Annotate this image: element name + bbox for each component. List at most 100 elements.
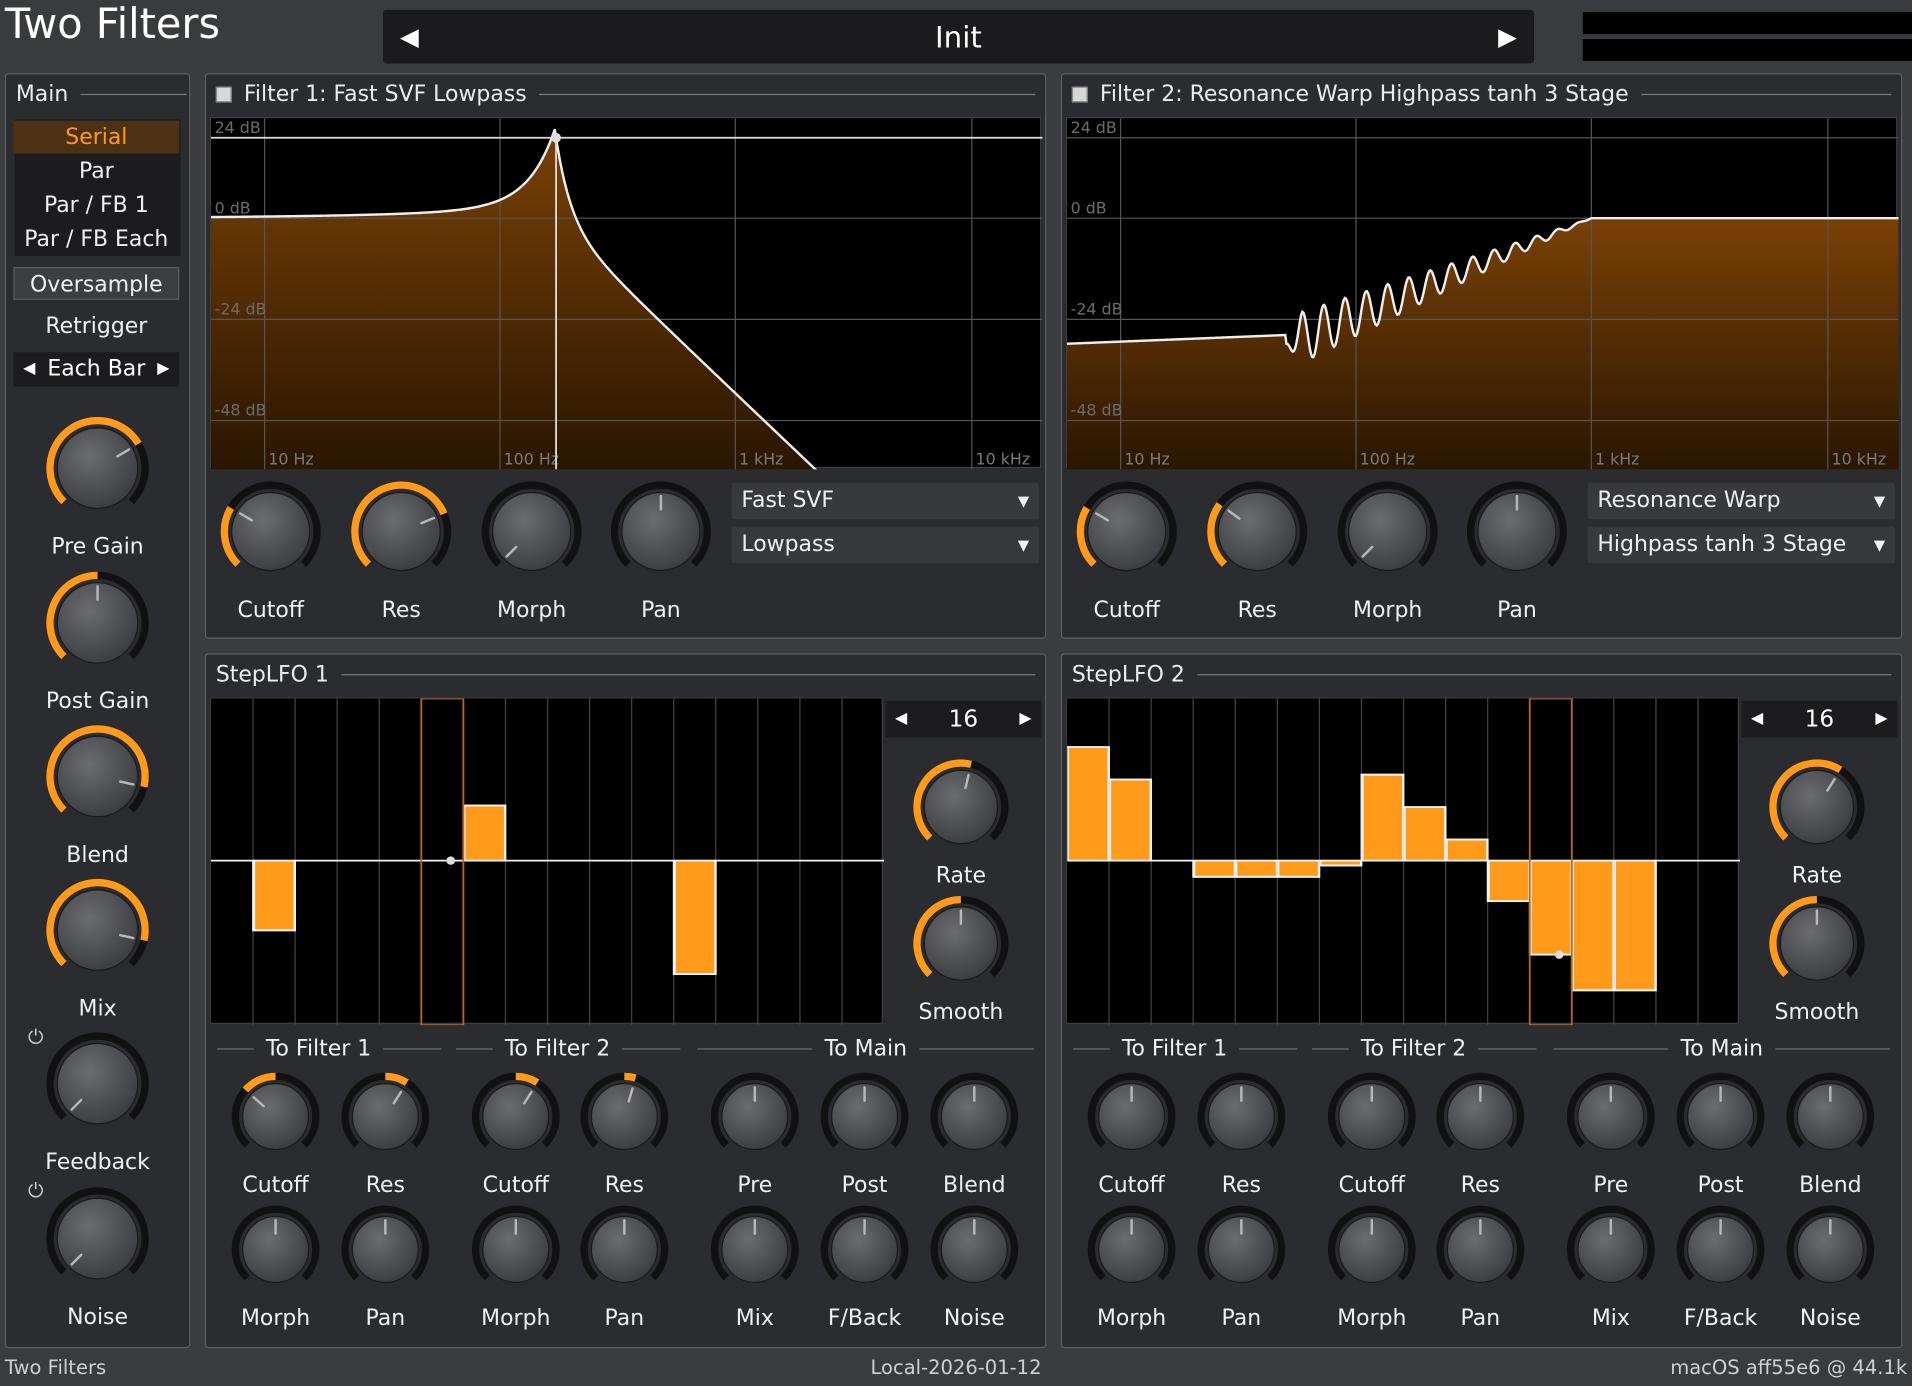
main-pre-gain-knob[interactable]: [43, 413, 153, 523]
lfo2-mod-r2-5-knob[interactable]: [1673, 1202, 1768, 1297]
lfo1-mod-r1-5-knob[interactable]: [817, 1069, 912, 1164]
routing-par[interactable]: Par: [13, 155, 179, 188]
filter1-model-dropdown[interactable]: Fast SVF ▼: [731, 482, 1039, 520]
oversample-button[interactable]: Oversample: [13, 266, 180, 300]
triangle-right-icon[interactable]: ▶: [1498, 22, 1517, 51]
lfo1-mod-r2-6-label: Noise: [943, 1305, 1005, 1332]
main-noise-knob[interactable]: [43, 1184, 153, 1294]
lfo1-mod-r2-2-knob[interactable]: [468, 1202, 563, 1297]
lfo-step-bar[interactable]: [1067, 746, 1110, 862]
lfo-step-bar[interactable]: [1109, 778, 1152, 862]
lfo2-mod-r1-6-knob[interactable]: [1783, 1069, 1878, 1164]
retrigger-selector[interactable]: ◀ Each Bar ▶: [13, 352, 180, 387]
filter1-response-graph[interactable]: 24 dB 0 dB -24 dB -48 dB 10 Hz 100 Hz 1 kHz 10 …: [209, 117, 1044, 687]
retrigger-value[interactable]: Each Bar: [47, 356, 145, 382]
lfo2-mod-r1-3-knob[interactable]: [1433, 1069, 1528, 1164]
lfo-step-bar[interactable]: [1572, 859, 1615, 992]
filter2-response-graph[interactable]: 24 dB 0 dB -24 dB -48 dB 10 Hz 100 Hz 1 kHz 10 …: [1065, 117, 1899, 470]
lfo2-mod-r2-4-knob[interactable]: [1563, 1202, 1658, 1297]
lfo1-mod-r2-5-knob[interactable]: [817, 1202, 912, 1297]
lfo-step-bar[interactable]: [1403, 806, 1446, 862]
section-label: To Main: [1680, 1036, 1764, 1062]
filter1-res-knob[interactable]: [348, 478, 455, 585]
filter1-pan-knob[interactable]: [607, 478, 714, 585]
lfo1-mod-r1-6-knob[interactable]: [927, 1069, 1022, 1164]
main-noise-label: Noise: [67, 1304, 128, 1330]
lfo1-mod-r2-4-label: Mix: [735, 1305, 774, 1332]
routing-par-fb-each[interactable]: Par / FB Each: [13, 223, 179, 256]
lfo2-mod-r2-2-knob[interactable]: [1324, 1202, 1419, 1297]
power-icon[interactable]: ⏻: [28, 1025, 43, 1049]
lfo-step-bar[interactable]: [463, 804, 506, 862]
main-mix-knob[interactable]: [43, 875, 153, 985]
filter2-cutoff-knob[interactable]: [1073, 478, 1180, 585]
lfo2-steps-value[interactable]: 16: [1805, 706, 1834, 733]
lfo1-mod-r1-0-knob[interactable]: [228, 1069, 323, 1164]
filter1-mode-dropdown[interactable]: Lowpass ▼: [731, 526, 1039, 564]
filter2-res-knob[interactable]: [1204, 478, 1311, 585]
lfo1-section-to-filter1: To Filter 1: [217, 1036, 442, 1062]
lfo1-mod-r2-4-knob[interactable]: [707, 1202, 802, 1297]
lfo2-mod-r2-0-knob[interactable]: [1084, 1202, 1179, 1297]
main-feedback-knob[interactable]: [43, 1029, 153, 1139]
preset-name[interactable]: Init: [383, 21, 1534, 55]
triangle-right-icon[interactable]: ▶: [157, 352, 169, 386]
lfo2-mod-r1-1-knob[interactable]: [1194, 1069, 1289, 1164]
lfo1-step-editor[interactable]: [209, 697, 885, 1027]
preset-selector[interactable]: ◀ Init ▶: [382, 9, 1535, 64]
routing-serial[interactable]: Serial: [13, 120, 180, 154]
lfo2-mod-r1-4-knob[interactable]: [1563, 1069, 1658, 1164]
lfo2-steps-selector[interactable]: ◀ 16 ▶: [1741, 700, 1898, 738]
lfo2-rate-knob[interactable]: [1766, 756, 1868, 858]
triangle-left-icon[interactable]: ◀: [1751, 701, 1763, 738]
main-blend-knob[interactable]: [43, 722, 153, 832]
lfo-step-bar[interactable]: [1487, 859, 1531, 903]
filter2-model-dropdown[interactable]: Resonance Warp ▼: [1587, 482, 1895, 520]
filter1-morph-knob[interactable]: [478, 478, 585, 585]
lfo2-mod-r1-0-knob[interactable]: [1084, 1069, 1179, 1164]
lfo1-mod-r2-0-knob[interactable]: [228, 1202, 323, 1297]
lfo1-steps-value[interactable]: 16: [949, 706, 978, 733]
lfo-step-bar[interactable]: [1614, 859, 1657, 992]
lfo1-mod-r1-3-knob[interactable]: [577, 1069, 672, 1164]
lfo2-smooth-knob[interactable]: [1766, 892, 1868, 994]
filter2-enable-checkbox[interactable]: [1071, 86, 1088, 103]
triangle-right-icon[interactable]: ▶: [1875, 701, 1887, 738]
lfo1-mod-r1-1-knob[interactable]: [338, 1069, 433, 1164]
lfo2-mod-r2-1-knob[interactable]: [1194, 1202, 1289, 1297]
power-icon[interactable]: ⏻: [28, 1179, 43, 1203]
lfo1-rate-knob[interactable]: [910, 756, 1012, 858]
lfo-step-bar[interactable]: [1277, 859, 1320, 878]
lfo-step-bar[interactable]: [1193, 859, 1236, 878]
filter1-enable-checkbox[interactable]: [215, 86, 232, 103]
lfo1-steps-selector[interactable]: ◀ 16 ▶: [885, 700, 1042, 738]
lfo2-mod-r1-5-knob[interactable]: [1673, 1069, 1768, 1164]
lfo-step-bar[interactable]: [674, 859, 717, 976]
triangle-right-icon[interactable]: ▶: [1019, 701, 1031, 738]
filter2-pan-knob[interactable]: [1463, 478, 1570, 585]
routing-par-fb-1[interactable]: Par / FB 1: [13, 189, 179, 222]
lfo1-mod-r2-1-knob[interactable]: [338, 1202, 433, 1297]
triangle-left-icon[interactable]: ◀: [23, 352, 35, 386]
lfo-step-bar[interactable]: [1361, 773, 1404, 862]
filter1-cutoff-knob[interactable]: [217, 478, 324, 585]
lfo-step-bar[interactable]: [1445, 838, 1488, 862]
lfo2-mod-r2-3-knob[interactable]: [1433, 1202, 1528, 1297]
lfo-step-bar[interactable]: [1530, 859, 1573, 956]
divider: [1312, 1048, 1349, 1050]
lfo-step-bar[interactable]: [1235, 859, 1278, 878]
lfo1-smooth-knob[interactable]: [910, 892, 1012, 994]
lfo1-mod-r2-1-label: Pan: [365, 1305, 406, 1332]
lfo2-step-editor[interactable]: [1065, 697, 1741, 1027]
lfo1-mod-r1-4-knob[interactable]: [707, 1069, 802, 1164]
lfo1-mod-r2-3-knob[interactable]: [577, 1202, 672, 1297]
lfo1-mod-r1-2-knob[interactable]: [468, 1069, 563, 1164]
lfo2-mod-r2-6-knob[interactable]: [1783, 1202, 1878, 1297]
lfo1-mod-r2-6-knob[interactable]: [927, 1202, 1022, 1297]
lfo-step-bar[interactable]: [253, 859, 296, 932]
main-post-gain-knob[interactable]: [43, 568, 153, 678]
filter2-morph-knob[interactable]: [1334, 478, 1441, 585]
lfo2-mod-r1-2-knob[interactable]: [1324, 1069, 1419, 1164]
triangle-left-icon[interactable]: ◀: [895, 701, 907, 738]
filter2-mode-dropdown[interactable]: Highpass tanh 3 Stage ▼: [1587, 526, 1895, 564]
